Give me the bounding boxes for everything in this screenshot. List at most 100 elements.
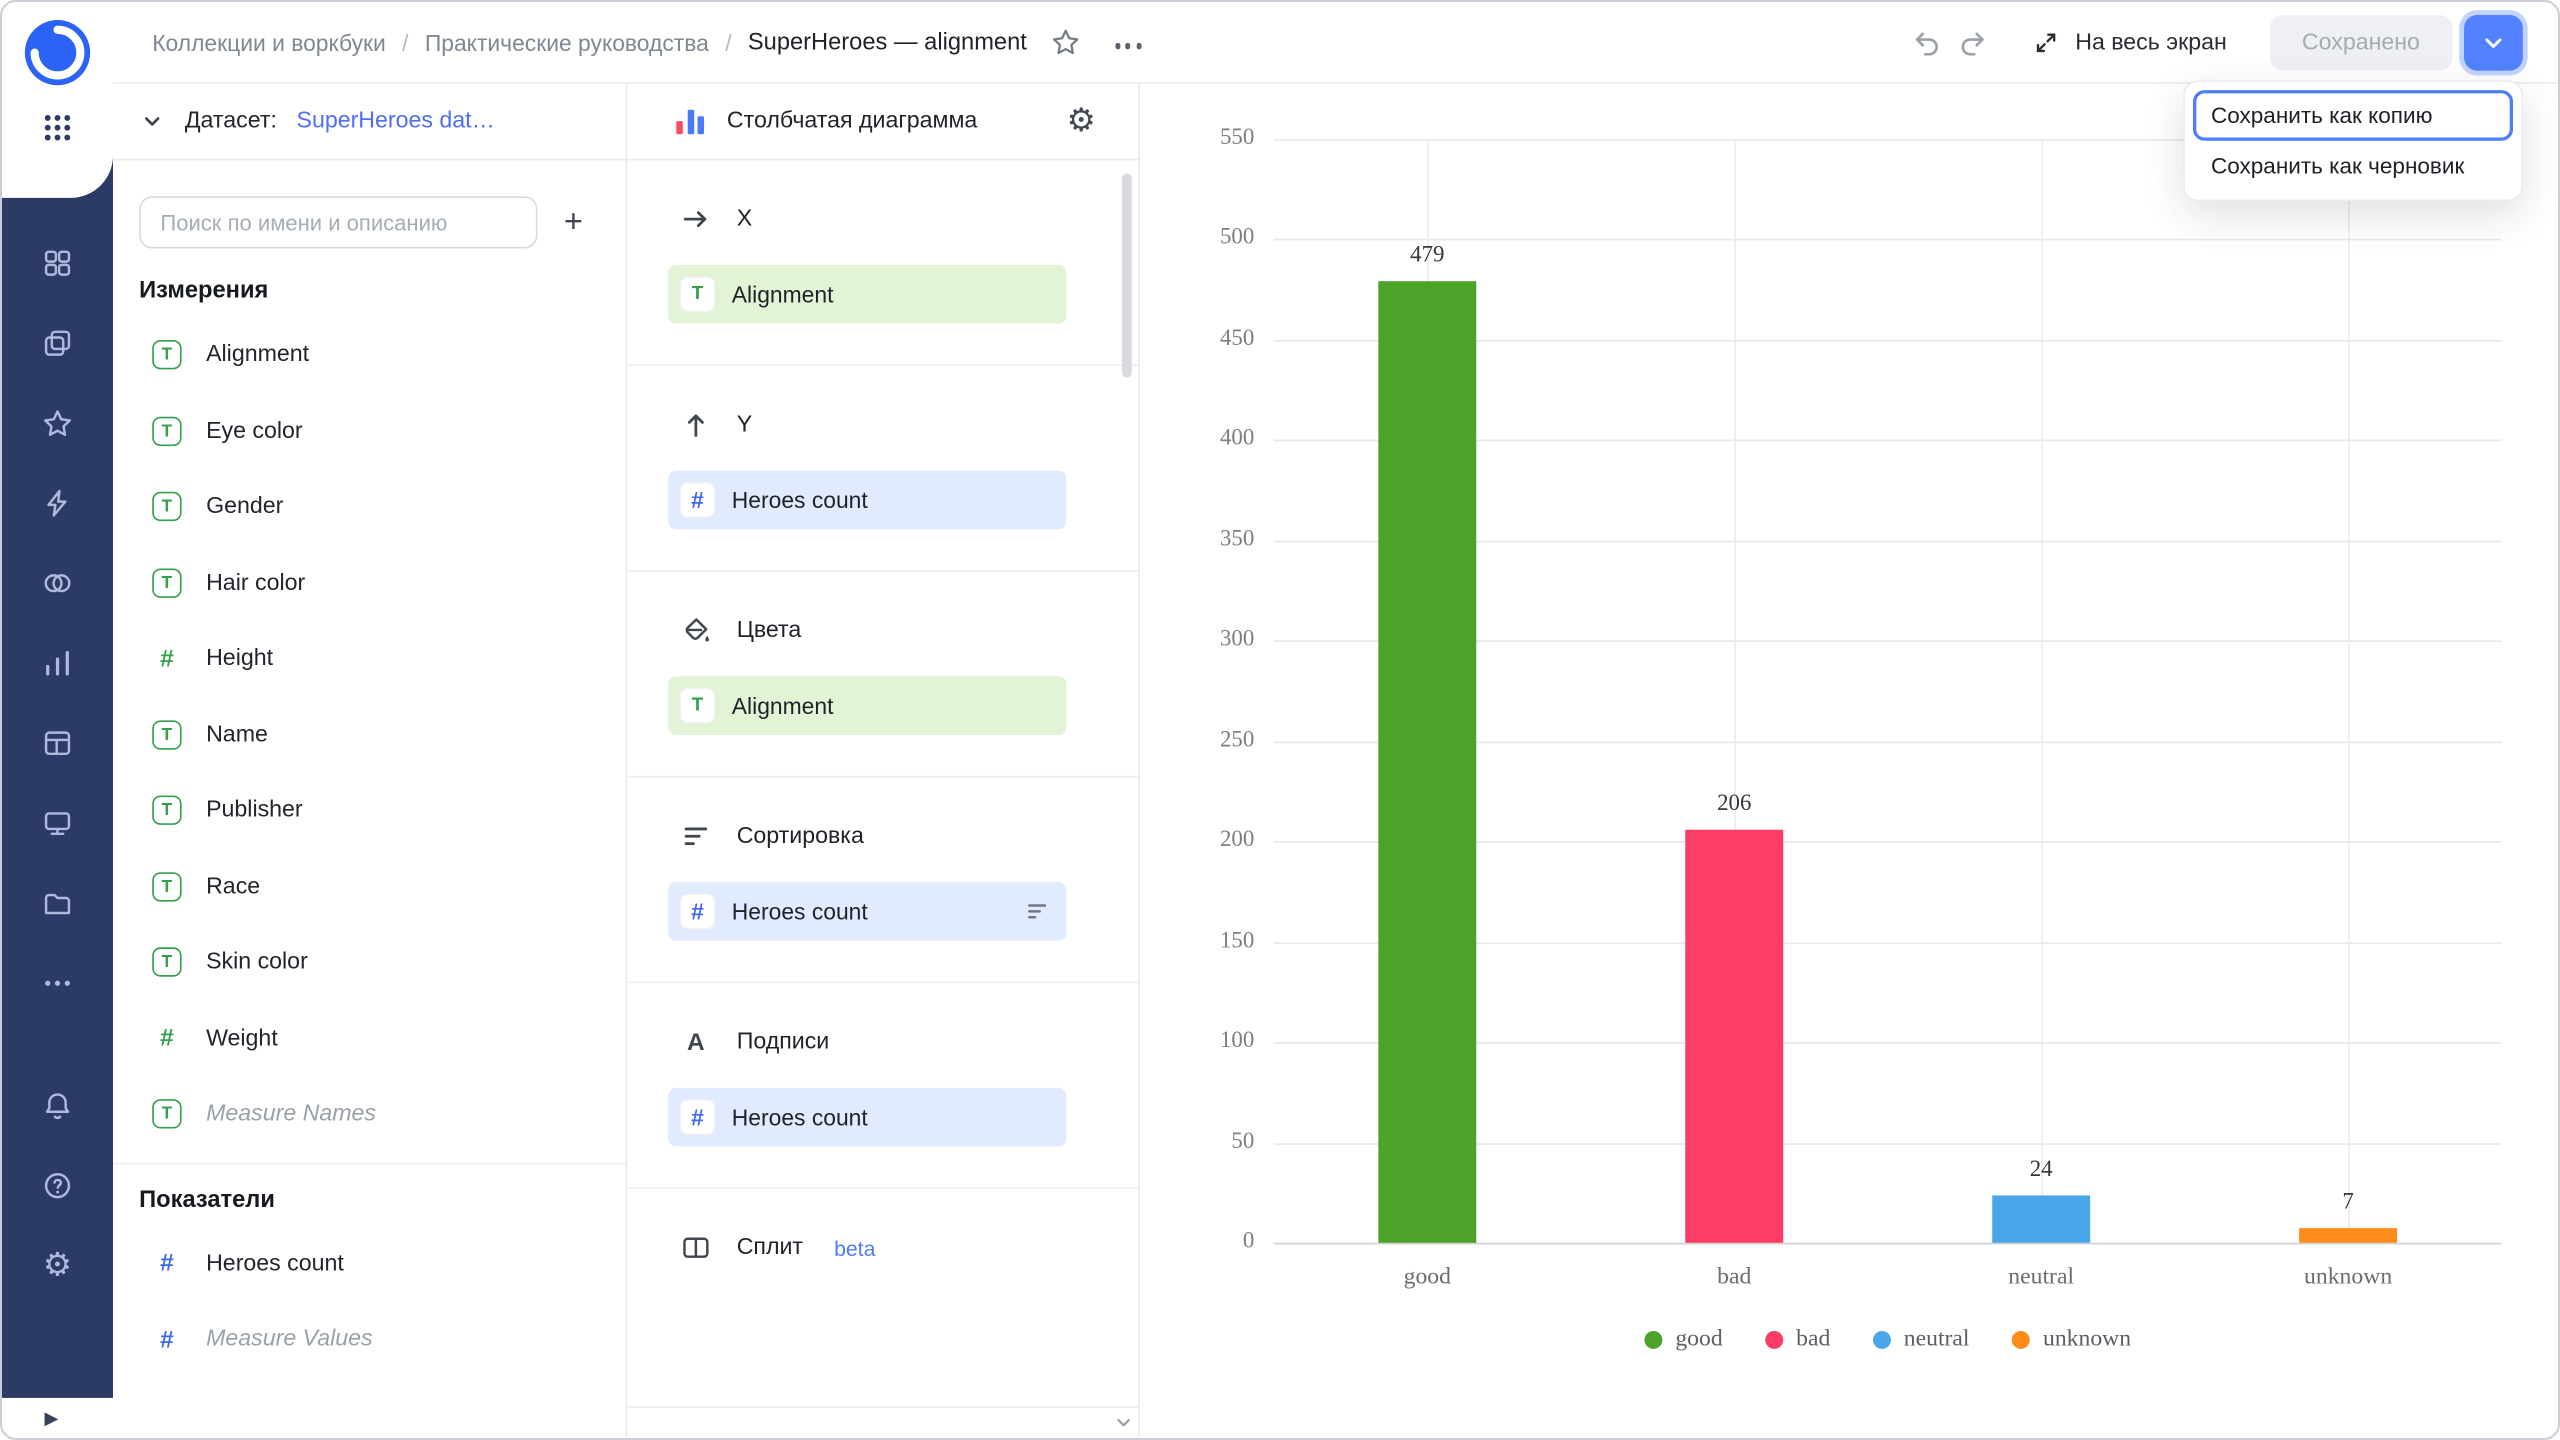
breadcrumb-collections[interactable]: Коллекции и воркбуки — [152, 29, 386, 55]
sidebar-nav — [2, 245, 113, 1001]
collections-icon[interactable] — [40, 325, 76, 361]
y-tick-label: 100 — [1153, 1029, 1254, 1055]
dataset-panel: Датасет: SuperHeroes dat… + Измерения TA… — [113, 84, 627, 1440]
field-item[interactable]: # Heroes count — [139, 1226, 599, 1302]
dashboards-icon[interactable] — [40, 245, 76, 281]
dimension-text-icon: T — [152, 796, 181, 825]
dimension-text-icon: T — [680, 688, 716, 724]
y-tick-label: 250 — [1153, 728, 1254, 754]
save-dropdown-button[interactable] — [2464, 14, 2523, 70]
dimension-text-icon: T — [152, 872, 181, 901]
field-label: Eye color — [206, 418, 303, 444]
legend-dot — [2012, 1331, 2030, 1349]
legend-dot — [1873, 1331, 1891, 1349]
field-label: Weight — [206, 1025, 278, 1051]
field-item[interactable]: TGender — [139, 469, 599, 545]
notifications-bell-icon[interactable] — [40, 1088, 76, 1124]
field-item[interactable]: TRace — [139, 849, 599, 925]
bar-value-label: 24 — [1976, 1157, 2107, 1183]
field-item[interactable]: # Weight — [139, 1000, 599, 1076]
app-window: ⚙ ▶ Коллекции и воркбуки / Практические … — [0, 0, 2560, 1440]
favorite-star-icon[interactable] — [1043, 19, 1089, 65]
field-label: Heroes count — [206, 1251, 344, 1277]
field-item[interactable]: TPublisher — [139, 773, 599, 849]
collapse-chevron-icon[interactable] — [139, 108, 165, 134]
chart-settings-gear-icon[interactable]: ⚙ — [1067, 105, 1096, 138]
more-icon[interactable] — [40, 965, 76, 1001]
field-label: Name — [206, 722, 268, 748]
legend-item[interactable]: bad — [1765, 1326, 1830, 1354]
chip-y-heroes-count[interactable]: #Heroes count — [668, 471, 1066, 530]
chip-colors-alignment[interactable]: T Alignment — [668, 676, 1066, 735]
bar-neutral[interactable] — [1992, 1195, 2090, 1243]
chart-type-label[interactable]: Столбчатая диаграмма — [727, 108, 977, 134]
sort-direction-icon[interactable] — [1024, 898, 1050, 924]
save-as-copy-item[interactable]: Сохранить как копию — [2193, 90, 2513, 141]
field-item[interactable]: THair color — [139, 545, 599, 621]
y-tick-label: 500 — [1153, 226, 1254, 252]
bar-good[interactable] — [1378, 282, 1476, 1243]
legend-dot — [1765, 1331, 1783, 1349]
sidebar-footer: ▶ — [2, 1398, 113, 1440]
dimension-text-icon: T — [152, 568, 181, 597]
field-item[interactable]: #Measure Values — [139, 1302, 599, 1378]
settings-gear-icon[interactable]: ⚙ — [40, 1248, 76, 1284]
measure-number-icon: # — [152, 1249, 181, 1278]
chip-label: Alignment — [732, 693, 834, 719]
folder-icon[interactable] — [40, 885, 76, 921]
field-search-input[interactable] — [139, 196, 537, 248]
measure-number-icon: # — [152, 1325, 181, 1354]
breadcrumb-guides[interactable]: Практические руководства — [425, 29, 709, 55]
measure-number-icon: # — [680, 482, 716, 518]
dimension-text-icon: T — [152, 1100, 181, 1129]
fullscreen-button[interactable]: На весь экран — [2031, 27, 2227, 56]
chip-label: Heroes count — [732, 1104, 868, 1130]
field-item[interactable]: TAlignment — [139, 317, 599, 393]
redo-icon[interactable] — [1950, 19, 1996, 65]
save-as-draft-item[interactable]: Сохранить как черновик — [2193, 141, 2513, 192]
legend-label: good — [1675, 1326, 1722, 1354]
chip-labels-heroes-count[interactable]: #Heroes count — [668, 1088, 1066, 1147]
add-field-button[interactable]: + — [547, 196, 599, 248]
legend-item[interactable]: good — [1644, 1326, 1722, 1354]
dimension-text-icon: T — [152, 492, 181, 521]
config-scrollbar-thumb[interactable] — [1122, 173, 1132, 377]
charts-icon[interactable] — [40, 645, 76, 681]
lightning-icon[interactable] — [40, 485, 76, 521]
dimension-text-icon: T — [152, 340, 181, 369]
field-item[interactable]: T Name — [139, 697, 599, 773]
chart-config-panel: Столбчатая диаграмма ⚙ X T Alignment Y #H… — [627, 84, 1140, 1440]
chip-sort-heroes-count[interactable]: #Heroes count — [668, 882, 1066, 941]
field-item[interactable]: #Height — [139, 621, 599, 697]
legend-item[interactable]: unknown — [2012, 1326, 2131, 1354]
legend-item[interactable]: neutral — [1873, 1326, 1970, 1354]
help-icon[interactable] — [40, 1168, 76, 1204]
y-tick-label: 300 — [1153, 628, 1254, 654]
expand-panel-icon[interactable]: ▶ — [44, 1411, 58, 1429]
dataset-name-link[interactable]: SuperHeroes dat… — [296, 108, 494, 134]
field-item[interactable]: TMeasure Names — [139, 1076, 599, 1152]
bar-bad[interactable] — [1685, 829, 1783, 1242]
chip-x-alignment[interactable]: TAlignment — [668, 265, 1066, 324]
y-tick-label: 400 — [1153, 427, 1254, 453]
venn-datasets-icon[interactable] — [40, 565, 76, 601]
scroll-down-icon[interactable] — [1112, 1411, 1135, 1434]
section-y: Y #Heroes count — [627, 366, 1138, 572]
bar-value-label: 479 — [1362, 244, 1493, 270]
datalens-logo[interactable] — [22, 17, 94, 89]
sidebar-logo-area — [2, 2, 113, 198]
undo-icon[interactable] — [1904, 19, 1950, 65]
saved-button[interactable]: Сохранено — [2269, 14, 2452, 70]
favorites-star-icon[interactable] — [40, 405, 76, 441]
dimension-number-icon: # — [152, 1024, 181, 1053]
bar-unknown[interactable] — [2299, 1229, 2397, 1243]
monitor-icon[interactable] — [40, 805, 76, 841]
field-item[interactable]: TEye color — [139, 393, 599, 469]
field-item[interactable]: TSkin color — [139, 924, 599, 1000]
section-label: X — [737, 206, 752, 232]
apps-grid-icon[interactable] — [40, 110, 76, 146]
measures-header: Показатели — [139, 1186, 599, 1212]
table-icon[interactable] — [40, 725, 76, 761]
dimension-text-icon: T — [152, 720, 181, 749]
more-actions-icon[interactable] — [1105, 19, 1151, 65]
